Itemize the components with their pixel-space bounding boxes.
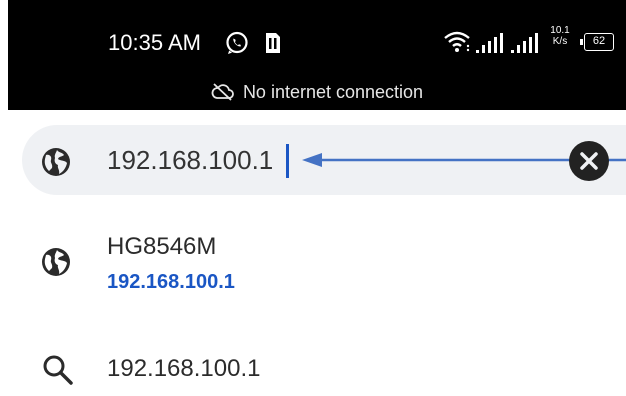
- signal-strength-icon: [475, 32, 507, 59]
- clear-button[interactable]: [569, 141, 609, 181]
- status-row: 10:35 AM 10.1 K/s 62: [8, 25, 626, 60]
- globe-icon: [40, 246, 72, 283]
- network-speed-value: 10.1: [550, 25, 570, 36]
- battery-tip: [580, 39, 583, 45]
- close-icon: [580, 152, 598, 170]
- battery-level: 62: [592, 35, 606, 47]
- connection-notice-text: No internet connection: [242, 82, 424, 102]
- battery-icon: 62: [584, 33, 614, 51]
- sim-card-icon: [263, 32, 283, 59]
- address-input[interactable]: 192.168.100.1: [107, 140, 273, 180]
- cloud-off-icon: [211, 83, 234, 101]
- signal-strength-icon: [510, 32, 542, 59]
- connection-notice: No internet connection: [8, 78, 626, 106]
- network-speed-unit: K/s: [552, 36, 568, 47]
- status-time: 10:35 AM: [108, 30, 201, 55]
- status-bar: 10:35 AM 10.1 K/s 62 No internet connect…: [8, 0, 626, 110]
- whatsapp-icon: [225, 31, 249, 60]
- suggestion-title: HG8546M: [107, 233, 217, 260]
- globe-icon: [40, 146, 72, 183]
- search-icon: [41, 353, 75, 392]
- text-caret: [286, 144, 289, 178]
- wifi-icon: [444, 30, 474, 59]
- suggestion-url: 192.168.100.1: [107, 271, 235, 293]
- network-speed: 10.1 K/s: [545, 25, 575, 47]
- suggestion-query: 192.168.100.1: [107, 355, 261, 382]
